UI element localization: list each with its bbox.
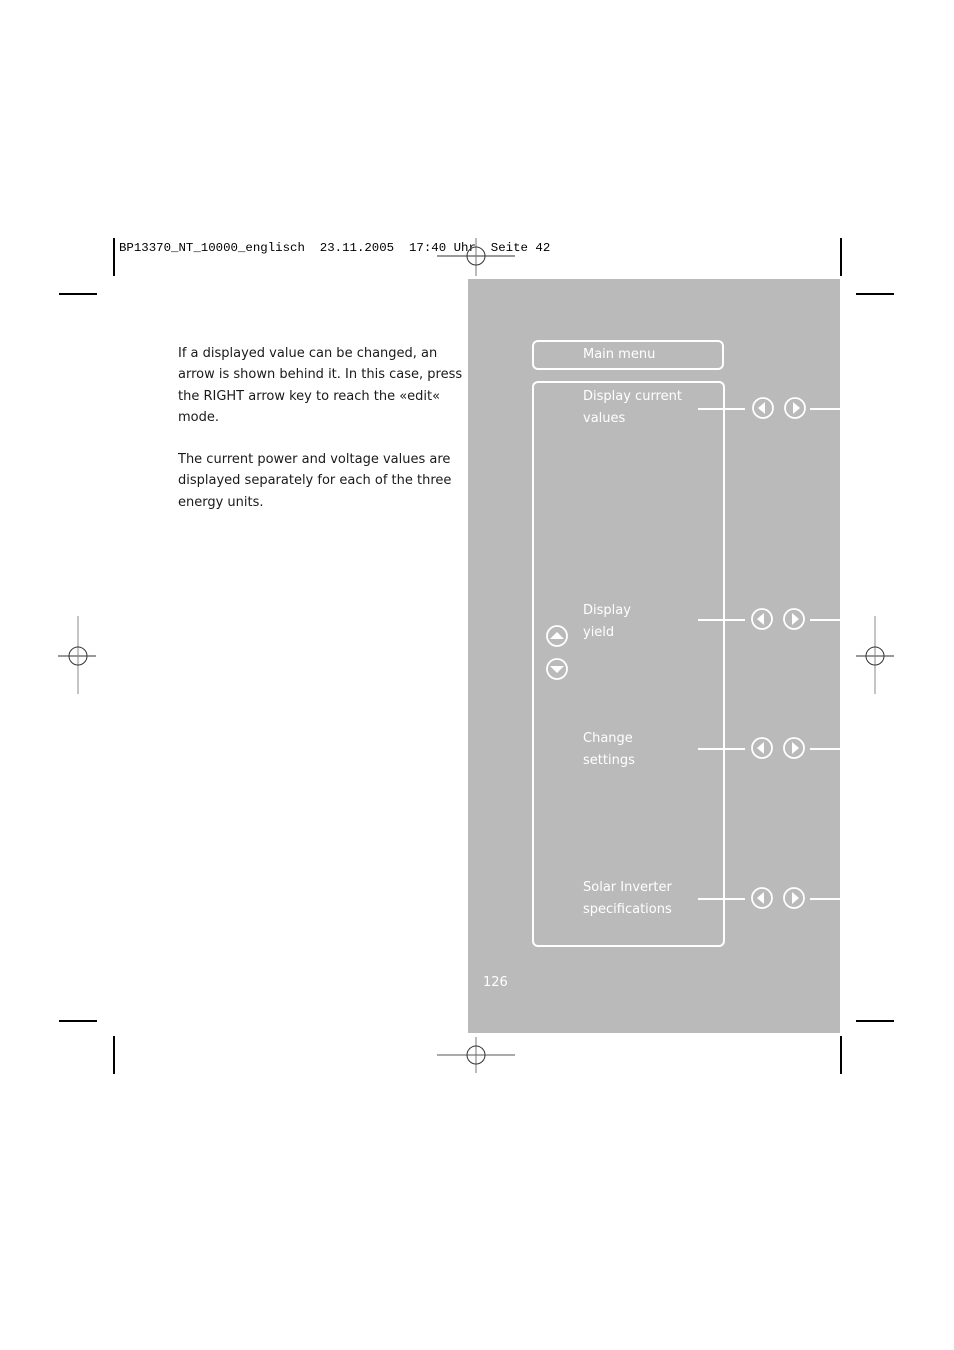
arrow-right-circle-icon[interactable] [783,887,805,909]
connector-line [810,898,840,900]
paragraph-edit-mode: If a displayed value can be changed, an … [178,346,463,425]
registration-mark-right [856,616,894,694]
arrow-left-circle-icon[interactable] [751,887,773,909]
menu-item-label-line1: Solar Inverter [583,880,672,895]
menu-item-label-line2: settings [583,752,635,768]
arrow-right-circle-icon[interactable] [783,608,805,630]
menu-item-label-line2: values [583,410,626,426]
arrow-down-circle-icon[interactable] [546,658,568,680]
menu-item-solar-inverter-specifications[interactable]: Solar Inverter specifications [583,877,672,920]
connector-line [698,748,745,750]
crop-mark-bottom-left-vertical [113,1036,115,1074]
arrow-right-circle-icon[interactable] [784,397,806,419]
connector-line [698,619,745,621]
registration-mark-bottom [437,1037,515,1073]
arrow-left-circle-icon[interactable] [751,608,773,630]
crop-mark-top-left-vertical [113,238,115,276]
connector-line [810,748,840,750]
menu-item-label-line2: specifications [583,901,672,917]
paragraph-energy-units: The current power and voltage values are… [178,452,452,510]
crop-mark-top-right-horizontal [856,293,894,295]
crop-mark-top-right-vertical [840,238,842,276]
connector-line [698,408,745,410]
menu-item-label-line2: yield [583,624,615,640]
crop-mark-bottom-left-horizontal [59,1020,97,1022]
body-text: If a displayed value can be changed, an … [178,343,468,534]
page-number: 126 [483,975,508,990]
registration-mark-left [58,616,96,694]
menu-item-label-line1: Display current [583,389,682,404]
crop-mark-bottom-right-vertical [840,1036,842,1074]
arrow-right-circle-icon[interactable] [783,737,805,759]
menu-item-label-line1: Change [583,731,633,746]
crop-mark-bottom-right-horizontal [856,1020,894,1022]
connector-line [810,408,840,410]
menu-item-change-settings[interactable]: Change settings [583,728,635,771]
connector-line [810,619,840,621]
registration-mark-top [437,238,515,276]
arrow-up-circle-icon[interactable] [546,625,568,647]
arrow-left-circle-icon[interactable] [751,737,773,759]
menu-item-label-line1: Display [583,603,631,618]
main-menu-label: Main menu [583,347,656,362]
menu-item-display-current-values[interactable]: Display current values [583,386,682,429]
arrow-left-circle-icon[interactable] [752,397,774,419]
crop-mark-top-left-horizontal [59,293,97,295]
menu-item-display-yield[interactable]: Display yield [583,600,631,643]
connector-line [698,898,745,900]
